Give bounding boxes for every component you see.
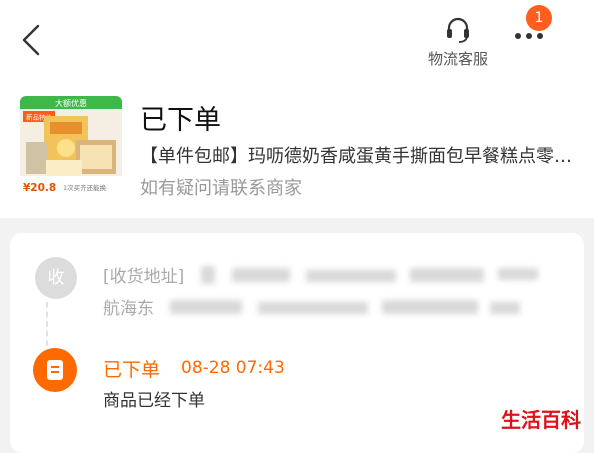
order-status-title: 已下单 <box>140 105 221 136</box>
redacted-address <box>306 270 396 282</box>
redacted-address <box>258 302 368 314</box>
thumb-price: ¥20.8 <box>23 182 56 194</box>
redacted-address <box>410 268 484 282</box>
product-name[interactable]: 【单件包邮】玛呖德奶香咸蛋黄手撕面包早餐糕点零食整箱 <box>140 142 572 168</box>
address-label: [收货地址] <box>103 267 185 287</box>
more-dot <box>526 33 532 39</box>
more-dots-icon <box>515 33 521 39</box>
contact-merchant-note: 如有疑问请联系商家 <box>140 178 302 199</box>
status-title: 已下单 <box>103 359 161 381</box>
address-node: 收 <box>35 257 77 299</box>
logistics-service-label: 物流客服 <box>427 50 488 68</box>
product-image: 大额优惠 新品特价 ¥20.8 1次买齐还能换 <box>20 96 122 198</box>
status-time: 08-28 07:43 <box>181 358 285 378</box>
product-thumbnail[interactable]: 大额优惠 新品特价 ¥20.8 1次买齐还能换 <box>20 96 122 198</box>
redacted-address <box>498 268 538 280</box>
thumb-top-badge: 大额优惠 <box>55 98 87 108</box>
chevron-left-icon <box>22 24 40 56</box>
timeline-connector <box>46 302 48 346</box>
order-list-icon <box>47 360 63 380</box>
logistics-timeline-card <box>10 233 584 453</box>
redacted-address <box>170 300 242 314</box>
notification-badge: 1 <box>526 5 552 31</box>
redacted-address <box>201 266 215 284</box>
watermark: 生活百科 <box>501 408 581 432</box>
redacted-address <box>382 300 478 314</box>
thumb-caption: 1次买齐还能换 <box>63 183 107 192</box>
logistics-service-button[interactable]: 物流客服 <box>416 12 500 72</box>
back-button[interactable] <box>14 20 50 60</box>
address-line-prefix: 航海东 <box>103 299 154 319</box>
more-dot <box>537 33 543 39</box>
order-placed-node <box>33 348 77 392</box>
redacted-address <box>490 302 520 314</box>
status-description: 商品已经下单 <box>103 391 205 411</box>
headset-icon <box>447 17 469 43</box>
redacted-address <box>232 268 290 282</box>
